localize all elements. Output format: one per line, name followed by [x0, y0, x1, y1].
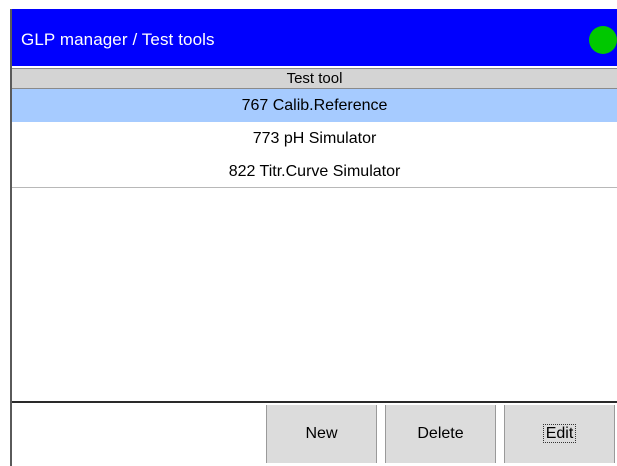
list-item[interactable]: 822 Titr.Curve Simulator	[12, 155, 617, 188]
new-button[interactable]: New	[266, 405, 377, 463]
edit-button[interactable]: Edit	[504, 405, 615, 463]
edit-button-label: Edit	[542, 424, 577, 443]
status-indicator-icon	[589, 26, 617, 54]
glp-manager-window: GLP manager / Test tools Test tool 767 C…	[10, 9, 617, 466]
list-divider	[12, 187, 617, 188]
test-tool-list: 767 Calib.Reference 773 pH Simulator 822…	[12, 89, 617, 188]
list-item[interactable]: 767 Calib.Reference	[12, 89, 617, 122]
button-bar: New Delete Edit	[12, 401, 617, 466]
title-bar: GLP manager / Test tools	[12, 9, 617, 66]
list-item[interactable]: 773 pH Simulator	[12, 122, 617, 155]
window-title: GLP manager / Test tools	[21, 30, 215, 49]
column-header-test-tool[interactable]: Test tool	[12, 68, 617, 89]
delete-button[interactable]: Delete	[385, 405, 496, 463]
